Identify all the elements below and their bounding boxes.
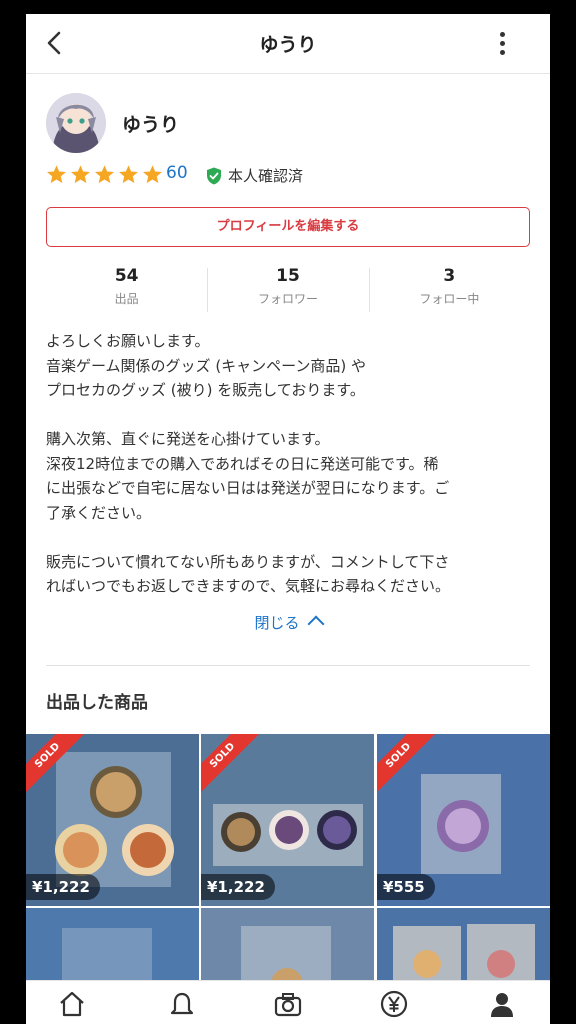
- bell-icon[interactable]: [168, 989, 196, 1019]
- camera-icon[interactable]: [274, 989, 302, 1019]
- product-photo: [26, 908, 199, 988]
- bio-line: 了承ください。: [46, 503, 152, 522]
- verified-label: 本人確認済: [228, 167, 304, 185]
- listing-item[interactable]: [26, 908, 199, 988]
- listings-heading: 出品した商品: [46, 693, 148, 713]
- star-icon: [95, 164, 114, 183]
- bio-line: 深夜12時位までの購入であればその日に発送可能です。稀: [46, 454, 439, 473]
- stat-followers[interactable]: 15 フォロワー: [207, 266, 368, 314]
- stat-label: フォロー中: [419, 292, 480, 306]
- profile-screen: ゆうり ゆうり 60 本人確認済 プロフィールを編集する 54 出品 15 フォ…: [26, 14, 550, 1024]
- star-icon: [119, 164, 138, 183]
- bio-line: ればいつでもお返しできますので、気軽にお尋ねください。: [46, 577, 450, 595]
- bio-line: プロセカのグッズ (被り) を販売しております。: [46, 381, 365, 399]
- yen-icon[interactable]: [380, 989, 408, 1019]
- collapse-bio-button[interactable]: 閉じる: [26, 612, 550, 633]
- profile-stats: 54 出品 15 フォロワー 3 フォロー中: [46, 266, 530, 314]
- page-title: ゆうり: [259, 34, 317, 56]
- divider: [46, 665, 530, 666]
- chevron-up-icon: [307, 615, 324, 633]
- top-bar: ゆうり: [26, 14, 550, 74]
- star-icon: [71, 164, 90, 183]
- bio-line: 購入次第、直ぐに発送を心掛けています。: [46, 430, 330, 448]
- listing-item[interactable]: SOLD ¥555: [377, 734, 550, 906]
- more-menu-button[interactable]: [492, 28, 512, 58]
- stat-label: 出品: [114, 292, 139, 306]
- price-tag: ¥1,222: [201, 874, 275, 900]
- bio-line: よろしくお願いします。: [46, 332, 210, 350]
- product-photo: [201, 908, 374, 988]
- bio-line: 音楽ゲーム関係のグッズ (キャンペーン商品) や: [46, 356, 367, 375]
- stat-value: 15: [276, 266, 300, 286]
- stat-value: 3: [443, 266, 456, 286]
- edit-profile-button[interactable]: プロフィールを編集する: [46, 207, 530, 247]
- bio-line: 販売について慣れてない所もありますが、コメントして下さ: [46, 552, 450, 571]
- price-tag: ¥555: [377, 874, 435, 900]
- stat-label: フォロワー: [257, 292, 318, 306]
- avatar-image: [46, 93, 106, 153]
- avatar[interactable]: [46, 93, 106, 153]
- stat-value: 54: [114, 266, 139, 286]
- rating-stars[interactable]: [46, 163, 166, 185]
- more-vertical-icon: [499, 32, 505, 37]
- home-icon[interactable]: [58, 989, 86, 1019]
- username: ゆうり: [122, 114, 180, 136]
- listing-item[interactable]: SOLD ¥1,222: [26, 734, 199, 906]
- collapse-label: 閉じる: [254, 614, 300, 632]
- bottom-nav: [26, 980, 550, 1024]
- product-photo: [377, 908, 550, 988]
- shield-check-icon: [207, 167, 221, 184]
- profile-bio: よろしくお願いします。 音楽ゲーム関係のグッズ (キャンペーン商品) や プロセ…: [46, 329, 532, 599]
- listing-item[interactable]: SOLD ¥1,222: [201, 734, 374, 906]
- star-icon: [143, 164, 162, 183]
- person-icon[interactable]: [488, 989, 516, 1019]
- price-tag: ¥1,222: [26, 874, 100, 900]
- listing-item[interactable]: [377, 908, 550, 988]
- stat-listings[interactable]: 54 出品: [46, 266, 207, 314]
- rating-count[interactable]: 60: [166, 163, 188, 183]
- stat-following[interactable]: 3 フォロー中: [368, 266, 530, 314]
- listing-item[interactable]: [201, 908, 374, 988]
- star-icon: [47, 164, 66, 183]
- verified-badge: 本人確認済: [206, 165, 303, 186]
- bio-line: に出張などで自宅に居ない日はは発送が翌日になります。ご: [46, 479, 450, 497]
